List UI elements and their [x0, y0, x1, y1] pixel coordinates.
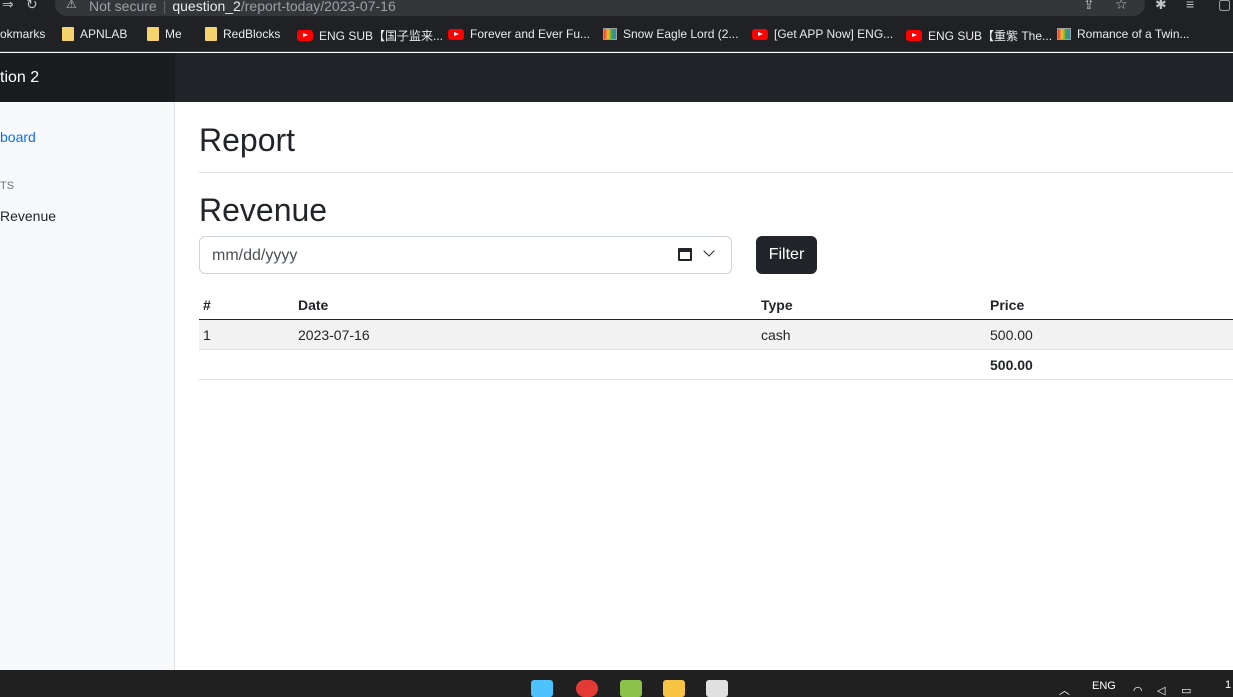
bookmark-item[interactable]: Forever and Ever Fu... — [448, 27, 590, 41]
media-icon[interactable]: ≡ — [1186, 0, 1194, 12]
url-host: question_2 — [172, 0, 241, 14]
bookmark-label: APNLAB — [80, 27, 128, 41]
bookmarks-bar: okmarks APNLAB Me RedBlocks ENG SUB【国子监来… — [0, 20, 1233, 52]
bookmark-label: ENG SUB【重紫 The... — [928, 29, 1053, 43]
bookmark-label: Forever and Ever Fu... — [470, 27, 591, 41]
table-row: 1 2023-07-16 cash 500.00 — [199, 320, 1233, 350]
extensions-icon[interactable]: ✱ — [1155, 0, 1167, 13]
table-header-row: # Date Type Price — [199, 290, 1233, 320]
page-title: Report — [199, 122, 296, 158]
sidebar-section-heading: TS — [0, 180, 15, 192]
bookmark-label: Snow Eagle Lord (2... — [623, 27, 739, 41]
bookmark-item[interactable]: Romance of a Twin... — [1057, 27, 1190, 41]
chevron-down-icon[interactable] — [703, 245, 715, 257]
revenue-table: # Date Type Price 1 2023-07-16 cash 500.… — [199, 290, 1233, 380]
tv-icon — [603, 28, 617, 40]
window-icon[interactable]: ▢ — [1218, 0, 1231, 13]
youtube-icon — [906, 30, 922, 41]
bookmark-label: ENG SUB【国子监来... — [319, 29, 444, 43]
bookmark-item[interactable]: Me — [147, 27, 182, 41]
bookmark-label: RedBlocks — [223, 27, 281, 41]
sidebar: board TS Revenue — [0, 102, 175, 670]
youtube-icon — [752, 28, 768, 40]
star-icon[interactable]: ☆ — [1115, 0, 1128, 13]
volume-icon[interactable]: ◁ — [1157, 684, 1165, 697]
folder-icon — [62, 27, 74, 41]
table-total-row: 500.00 — [199, 350, 1233, 380]
bookmark-item[interactable]: RedBlocks — [205, 27, 280, 41]
url-path: /report-today/2023-07-16 — [240, 0, 396, 14]
warning-icon[interactable]: ⚠ — [66, 0, 77, 11]
clock[interactable]: 1 — [1225, 679, 1231, 691]
security-label: Not secure — [89, 0, 157, 14]
wifi-icon[interactable]: ◠ — [1133, 684, 1143, 697]
youtube-icon — [448, 28, 464, 40]
app-icon[interactable] — [620, 680, 642, 697]
folder-icon — [147, 27, 159, 41]
forward-icon[interactable]: ⇒ — [2, 0, 14, 13]
bookmark-label: Romance of a Twin... — [1077, 27, 1190, 41]
column-header: # — [203, 297, 211, 313]
bookmark-item[interactable]: ENG SUB【重紫 The... — [906, 27, 1052, 44]
share-icon[interactable]: ⇪ — [1083, 0, 1095, 13]
bookmark-item[interactable]: [Get APP Now] ENG... — [752, 27, 893, 41]
divider — [199, 172, 1233, 173]
youtube-icon — [297, 30, 313, 41]
filter-button[interactable]: Filter — [756, 236, 817, 274]
table-cell: 500.00 — [990, 327, 1033, 343]
bookmark-label: [Get APP Now] ENG... — [774, 27, 894, 41]
bookmark-item[interactable]: Snow Eagle Lord (2... — [603, 27, 738, 41]
date-input[interactable]: mm/dd/yyyy — [199, 236, 732, 274]
table-cell: 2023-07-16 — [298, 327, 370, 343]
chevron-up-icon[interactable]: ︿ — [1059, 682, 1070, 697]
sidebar-item-dashboard[interactable]: board — [0, 129, 36, 145]
bookmark-item[interactable]: okmarks — [0, 27, 45, 41]
column-header: Price — [990, 297, 1025, 313]
battery-icon[interactable]: ▭ — [1181, 684, 1191, 697]
table-cell: 1 — [203, 327, 211, 343]
url-text[interactable]: Not secure | question_2/report-today/2023-… — [89, 0, 396, 14]
column-header: Type — [761, 297, 793, 313]
windows-start-icon[interactable] — [531, 680, 553, 697]
bookmark-item[interactable]: APNLAB — [62, 27, 127, 41]
browser-toolbar: ⇒ ↻ ⚠ Not secure | question_2/report-today… — [0, 0, 1233, 20]
table-cell: cash — [761, 327, 791, 343]
column-header: Date — [298, 297, 329, 313]
bookmark-item[interactable]: ENG SUB【国子监来... — [297, 27, 443, 44]
sidebar-item-revenue[interactable]: Revenue — [0, 208, 56, 224]
folder-icon — [205, 27, 217, 41]
file-explorer-icon[interactable] — [663, 680, 685, 697]
app-icon[interactable] — [706, 680, 728, 697]
tv-icon — [1057, 28, 1071, 40]
chrome-icon[interactable] — [576, 680, 598, 697]
bookmark-label: okmarks — [0, 27, 46, 41]
section-title: Revenue — [199, 192, 328, 228]
total-value: 500.00 — [990, 357, 1033, 373]
taskbar: ︿ ENG ◠ ◁ ▭ 1 — [0, 670, 1233, 697]
date-placeholder: mm/dd/yyyy — [212, 247, 298, 264]
bookmark-label: Me — [165, 27, 182, 41]
brand-link[interactable]: tion 2 — [0, 53, 175, 102]
reload-icon[interactable]: ↻ — [26, 0, 38, 13]
top-navbar: tion 2 — [0, 53, 1233, 102]
calendar-icon[interactable] — [678, 248, 692, 261]
language-indicator[interactable]: ENG — [1092, 680, 1116, 692]
